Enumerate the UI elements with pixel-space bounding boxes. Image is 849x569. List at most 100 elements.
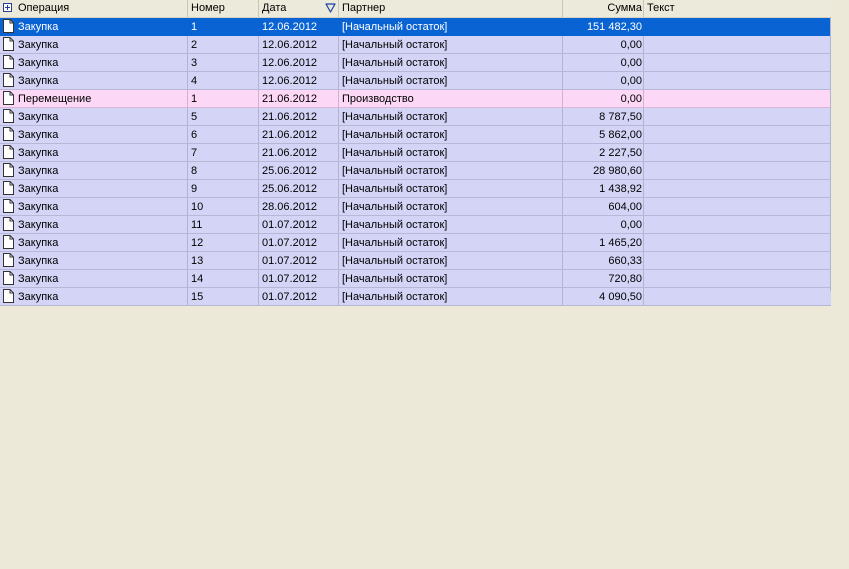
table-row[interactable]: Закупка 12 01.07.2012 [Начальный остаток…	[0, 234, 831, 252]
table-row[interactable]: Закупка 15 01.07.2012 [Начальный остаток…	[0, 288, 831, 306]
document-icon	[3, 73, 14, 87]
cell-text	[644, 54, 831, 71]
cell-text	[644, 162, 831, 179]
document-icon	[3, 217, 14, 231]
cell-operation: Закупка	[0, 72, 188, 89]
cell-sum: 8 787,50	[563, 108, 644, 125]
cell-number: 5	[188, 108, 259, 125]
cell-operation-text: Закупка	[18, 273, 59, 285]
document-icon	[3, 37, 14, 51]
cell-operation: Закупка	[0, 126, 188, 143]
cell-operation-text: Закупка	[18, 39, 59, 51]
column-header-number[interactable]: Номер	[188, 0, 259, 17]
cell-date: 28.06.2012	[259, 198, 339, 215]
column-header-text[interactable]: Текст	[644, 0, 831, 17]
cell-text	[644, 36, 831, 53]
table-row[interactable]: Закупка 6 21.06.2012 [Начальный остаток]…	[0, 126, 831, 144]
cell-operation-text: Закупка	[18, 21, 59, 33]
cell-number: 6	[188, 126, 259, 143]
cell-date: 01.07.2012	[259, 288, 339, 305]
table-row[interactable]: Перемещение 1 21.06.2012 Производство 0,…	[0, 90, 831, 108]
cell-date: 12.06.2012	[259, 18, 339, 35]
cell-partner: [Начальный остаток]	[339, 288, 563, 305]
table-row[interactable]: Закупка 13 01.07.2012 [Начальный остаток…	[0, 252, 831, 270]
column-header-text-label: Текст	[647, 2, 675, 14]
cell-operation: Закупка	[0, 108, 188, 125]
cell-operation-text: Закупка	[18, 201, 59, 213]
column-header-operation-label: Операция	[18, 2, 70, 14]
document-icon	[3, 271, 14, 285]
column-header-sum-label: Сумма	[607, 2, 642, 14]
cell-partner: [Начальный остаток]	[339, 180, 563, 197]
table-row[interactable]: Закупка 11 01.07.2012 [Начальный остаток…	[0, 216, 831, 234]
cell-date: 01.07.2012	[259, 234, 339, 251]
cell-text	[644, 252, 831, 269]
cell-text	[644, 144, 831, 161]
cell-number: 3	[188, 54, 259, 71]
column-header-partner[interactable]: Партнер	[339, 0, 563, 17]
cell-operation-text: Закупка	[18, 57, 59, 69]
table-row[interactable]: Закупка 1 12.06.2012 [Начальный остаток]…	[0, 18, 831, 36]
cell-sum: 0,00	[563, 216, 644, 233]
cell-number: 1	[188, 90, 259, 107]
cell-sum: 4 090,50	[563, 288, 644, 305]
table-row[interactable]: Закупка 10 28.06.2012 [Начальный остаток…	[0, 198, 831, 216]
cell-partner: [Начальный остаток]	[339, 18, 563, 35]
cell-sum: 0,00	[563, 54, 644, 71]
table-row[interactable]: Закупка 8 25.06.2012 [Начальный остаток]…	[0, 162, 831, 180]
table-row[interactable]: Закупка 7 21.06.2012 [Начальный остаток]…	[0, 144, 831, 162]
cell-date: 12.06.2012	[259, 72, 339, 89]
table-row[interactable]: Закупка 14 01.07.2012 [Начальный остаток…	[0, 270, 831, 288]
cell-partner: [Начальный остаток]	[339, 54, 563, 71]
cell-sum: 5 862,00	[563, 126, 644, 143]
cell-partner: [Начальный остаток]	[339, 72, 563, 89]
cell-partner: Производство	[339, 90, 563, 107]
cell-sum: 604,00	[563, 198, 644, 215]
cell-partner: [Начальный остаток]	[339, 198, 563, 215]
table-row[interactable]: Закупка 5 21.06.2012 [Начальный остаток]…	[0, 108, 831, 126]
cell-date: 21.06.2012	[259, 90, 339, 107]
cell-operation-text: Закупка	[18, 75, 59, 87]
cell-operation-text: Закупка	[18, 165, 59, 177]
document-icon	[3, 19, 14, 33]
cell-text	[644, 72, 831, 89]
cell-text	[644, 198, 831, 215]
plus-box-icon[interactable]	[3, 3, 12, 12]
column-header-operation[interactable]: Операция	[0, 0, 188, 17]
document-icon	[3, 289, 14, 303]
column-header-date[interactable]: Дата	[259, 0, 339, 17]
cell-operation-text: Закупка	[18, 147, 59, 159]
cell-sum: 1 465,20	[563, 234, 644, 251]
cell-number: 1	[188, 18, 259, 35]
document-icon	[3, 235, 14, 249]
cell-sum: 28 980,60	[563, 162, 644, 179]
column-header-sum[interactable]: Сумма	[563, 0, 644, 17]
document-icon	[3, 127, 14, 141]
cell-operation-text: Закупка	[18, 255, 59, 267]
cell-number: 14	[188, 270, 259, 287]
cell-sum: 0,00	[563, 90, 644, 107]
cell-operation: Закупка	[0, 144, 188, 161]
table-row[interactable]: Закупка 9 25.06.2012 [Начальный остаток]…	[0, 180, 831, 198]
cell-partner: [Начальный остаток]	[339, 270, 563, 287]
cell-operation: Закупка	[0, 18, 188, 35]
column-header-date-label: Дата	[262, 2, 287, 14]
cell-text	[644, 108, 831, 125]
column-header-partner-label: Партнер	[342, 2, 386, 14]
document-icon	[3, 109, 14, 123]
cell-text	[644, 216, 831, 233]
table-row[interactable]: Закупка 3 12.06.2012 [Начальный остаток]…	[0, 54, 831, 72]
table-row[interactable]: Закупка 4 12.06.2012 [Начальный остаток]…	[0, 72, 831, 90]
cell-date: 25.06.2012	[259, 180, 339, 197]
cell-text	[644, 234, 831, 251]
grid-header: Операция Номер Дата Партнер Сумма Текст	[0, 0, 831, 18]
cell-operation: Закупка	[0, 198, 188, 215]
table-row[interactable]: Закупка 2 12.06.2012 [Начальный остаток]…	[0, 36, 831, 54]
cell-operation-text: Закупка	[18, 219, 59, 231]
cell-sum: 0,00	[563, 72, 644, 89]
cell-number: 13	[188, 252, 259, 269]
cell-number: 7	[188, 144, 259, 161]
cell-operation: Перемещение	[0, 90, 188, 107]
cell-date: 21.06.2012	[259, 108, 339, 125]
column-header-number-label: Номер	[191, 2, 225, 14]
